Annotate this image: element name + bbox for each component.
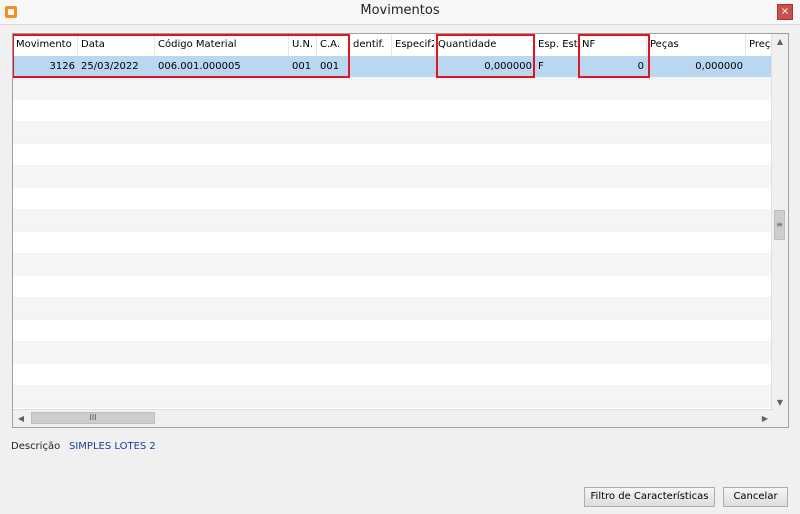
cell-pecas: 0,000000 <box>695 61 743 72</box>
title-bar: Movimentos × <box>0 0 800 25</box>
grid-header: Movimento Data Código Material U.N. C.A.… <box>13 34 786 57</box>
filter-characteristics-button[interactable]: Filtro de Características <box>584 487 715 507</box>
description-label: Descrição <box>11 441 61 452</box>
table-row[interactable] <box>13 342 773 364</box>
col-especif2[interactable]: Especif2 <box>392 34 435 56</box>
table-row[interactable] <box>13 166 773 188</box>
col-codigo-material[interactable]: Código Material <box>155 34 289 56</box>
cancel-button[interactable]: Cancelar <box>723 487 788 507</box>
table-row[interactable] <box>13 100 773 122</box>
table-row[interactable] <box>13 276 773 298</box>
table-row[interactable] <box>13 122 773 144</box>
cell-quantidade: 0,000000 <box>484 61 532 72</box>
grid-rows: 3126 25/03/2022 006.001.000005 001 001 0… <box>13 56 773 412</box>
col-ca[interactable]: C.A. <box>317 34 350 56</box>
cell-un: 001 <box>292 61 312 72</box>
table-row[interactable] <box>13 364 773 386</box>
scroll-up-arrow-icon[interactable]: ▲ <box>772 34 788 50</box>
window-title: Movimentos <box>360 3 440 18</box>
vertical-scroll-thumb[interactable]: ≡ <box>774 210 785 240</box>
scrollbar-corner <box>772 410 788 427</box>
cell-data: 25/03/2022 <box>81 61 139 72</box>
description-value: SIMPLES LOTES 2 <box>69 441 156 452</box>
col-pecas[interactable]: Peças <box>647 34 746 56</box>
col-movimento[interactable]: Movimento <box>13 34 78 56</box>
table-row[interactable] <box>13 210 773 232</box>
cell-ca: 001 <box>320 61 340 72</box>
scroll-right-arrow-icon[interactable]: ▶ <box>757 410 773 427</box>
table-row[interactable] <box>13 232 773 254</box>
vertical-scrollbar[interactable]: ▲ ≡ ▼ <box>771 34 788 411</box>
scroll-left-arrow-icon[interactable]: ◀ <box>13 410 29 427</box>
col-un[interactable]: U.N. <box>289 34 317 56</box>
table-row[interactable] <box>13 386 773 408</box>
table-row[interactable] <box>13 254 773 276</box>
col-identif[interactable]: dentif. <box>350 34 392 56</box>
col-esp-est[interactable]: Esp. Est. <box>535 34 579 56</box>
cell-preco <box>746 56 773 78</box>
table-row[interactable] <box>13 320 773 342</box>
table-row[interactable] <box>13 188 773 210</box>
col-data[interactable]: Data <box>78 34 155 56</box>
table-row[interactable]: 3126 25/03/2022 006.001.000005 001 001 0… <box>13 56 773 78</box>
table-row[interactable] <box>13 298 773 320</box>
cell-nf: 0 <box>637 61 644 72</box>
cell-movimento: 3126 <box>49 61 75 72</box>
cell-especif2 <box>392 56 435 78</box>
cell-codigo-material: 006.001.000005 <box>158 61 241 72</box>
table-row[interactable] <box>13 144 773 166</box>
col-quantidade[interactable]: Quantidade <box>435 34 535 56</box>
cell-identif <box>350 56 392 78</box>
scroll-down-arrow-icon[interactable]: ▼ <box>772 395 788 411</box>
horizontal-scrollbar[interactable]: ◀ III ▶ <box>13 409 773 427</box>
movements-grid[interactable]: Movimento Data Código Material U.N. C.A.… <box>12 33 789 428</box>
table-row[interactable] <box>13 78 773 100</box>
col-nf[interactable]: NF <box>579 34 647 56</box>
horizontal-scroll-thumb[interactable]: III <box>31 412 155 424</box>
close-button[interactable]: × <box>777 4 793 20</box>
cell-esp-est: F <box>538 61 544 72</box>
